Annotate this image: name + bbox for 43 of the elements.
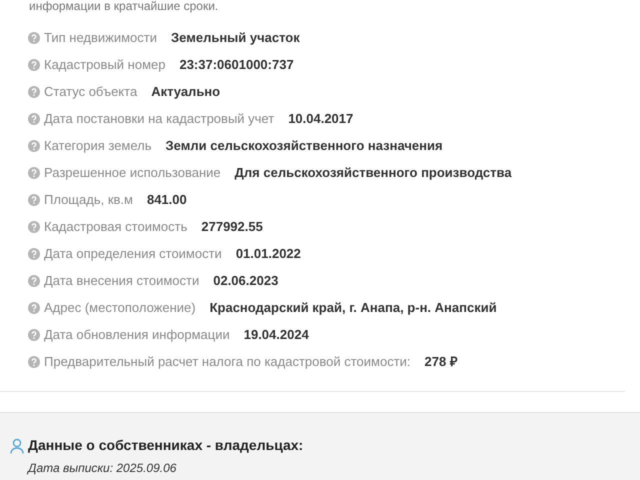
field-label: Статус объекта (44, 83, 138, 102)
field-label: Площадь, кв.м (44, 191, 133, 210)
field-value: 19.04.2024 (244, 326, 309, 344)
user-icon (10, 438, 24, 454)
field-value: 277992.55 (201, 218, 263, 236)
field-label: Дата внесения стоимости (44, 272, 200, 290)
help-icon[interactable] (28, 275, 40, 287)
field-label: Адрес (местоположение) (44, 299, 196, 318)
field-label: Кадастровая стоимость (44, 218, 188, 236)
help-icon[interactable] (28, 32, 40, 44)
field-label: Разрешенное использование (44, 164, 221, 182)
help-icon[interactable] (28, 248, 40, 260)
field-value: Земельный участок (171, 29, 300, 48)
help-icon[interactable] (28, 167, 40, 179)
field-value: Краснодарский край, г. Анапа, р-н. Анапский (210, 299, 497, 318)
owners-title: Данные о собственниках - владельцах: (28, 436, 304, 455)
field-value: 841.00 (146, 191, 187, 210)
help-icon[interactable] (28, 59, 40, 71)
intro-text: информации в кратчайшие сроки. (28, 0, 220, 13)
field-label: Предварительный расчет налога по кадастровой стоимости: (44, 353, 411, 372)
field-label: Категория земель (44, 137, 152, 156)
extract-date: Дата выписки: 2025.09.06 (28, 460, 178, 477)
help-icon[interactable] (28, 86, 40, 98)
field-value: Для сельскохозяйственного производства (234, 164, 512, 182)
help-icon[interactable] (28, 194, 40, 206)
help-icon[interactable] (28, 329, 40, 341)
help-icon[interactable] (28, 113, 40, 125)
help-icon[interactable] (28, 302, 40, 314)
field-label: Тип недвижимости (44, 29, 158, 48)
field-value: 278 ₽ (424, 353, 458, 372)
help-icon[interactable] (28, 221, 40, 233)
field-label: Кадастровый номер (44, 56, 166, 74)
field-label: Дата постановки на кадастровый учет (44, 110, 274, 128)
field-value: Земли сельскохозяйственного назначения (166, 137, 443, 156)
help-icon[interactable] (28, 356, 40, 368)
help-icon[interactable] (28, 140, 40, 152)
field-label: Дата обновления информации (44, 326, 230, 344)
field-value: 02.06.2023 (213, 272, 278, 290)
field-value: 10.04.2017 (288, 110, 354, 128)
field-value: 23:37:0601000:737 (179, 56, 294, 74)
field-value: Актуально (151, 83, 220, 102)
field-value: 01.01.2022 (236, 245, 301, 264)
field-label: Дата определения стоимости (44, 245, 222, 264)
